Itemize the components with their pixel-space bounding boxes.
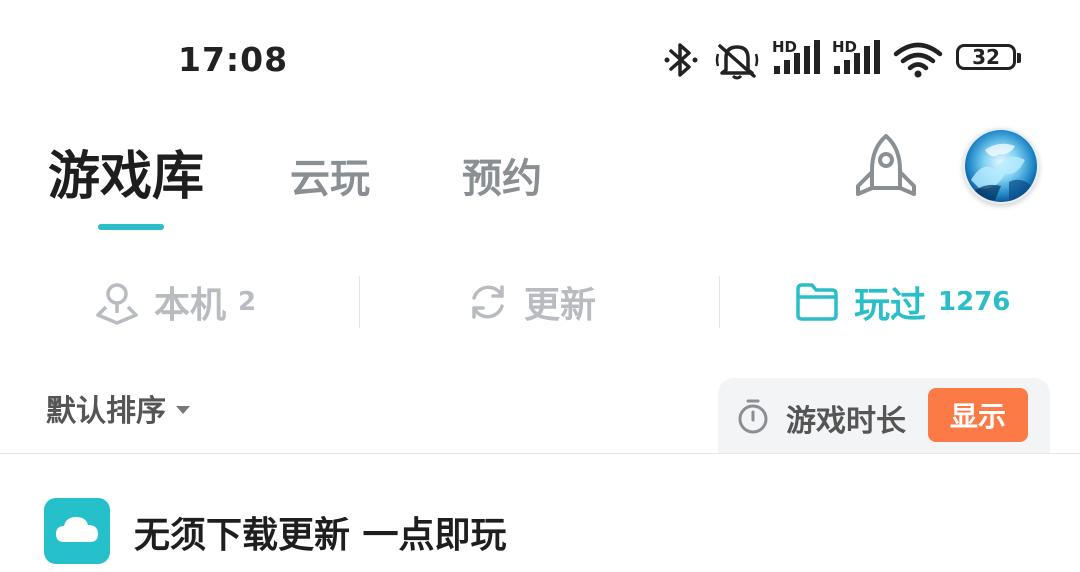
battery-icon: 32 xyxy=(956,44,1021,70)
subtab-played[interactable]: 玩过 1276 xyxy=(794,270,1010,334)
subtab-played-count: 1276 xyxy=(938,287,1011,317)
subtab-update-label: 更新 xyxy=(524,285,597,326)
refresh-icon xyxy=(472,285,504,319)
mute-icon xyxy=(715,44,759,80)
sort-dropdown[interactable]: 默认排序 xyxy=(46,386,190,430)
subtab-local-label: 本机 xyxy=(154,285,227,326)
divider xyxy=(0,453,1080,454)
subtab-played-label: 玩过 xyxy=(854,285,927,326)
tab-cloud-play[interactable]: 云玩 xyxy=(290,146,370,204)
avatar[interactable] xyxy=(963,128,1039,204)
sort-label: 默认排序 xyxy=(46,394,166,429)
subtab-local-count: 2 xyxy=(238,287,257,317)
active-tab-indicator xyxy=(98,224,164,230)
stopwatch-icon xyxy=(738,399,768,434)
cloud-icon xyxy=(44,498,110,564)
subtab-local[interactable]: 本机 2 xyxy=(94,270,256,334)
battery-level: 32 xyxy=(972,45,1000,69)
caret-down-icon xyxy=(176,406,190,414)
cloud-play-banner-text[interactable]: 无须下载更新 一点即玩 xyxy=(134,506,507,558)
location-pin-icon xyxy=(96,283,138,325)
signal-icon: HD xyxy=(832,38,882,78)
divider xyxy=(359,276,360,328)
bluetooth-icon xyxy=(664,43,698,77)
tab-library[interactable]: 游戏库 xyxy=(48,134,204,209)
signal-icon: HD xyxy=(772,38,822,78)
divider xyxy=(719,276,720,328)
sub-tab-bar: 本机 2 更新 玩过 1276 xyxy=(0,270,1080,334)
game-library-screen: 17:08 HD HD 32 游戏库 云玩 预约 本机 2 更新 玩过 1276… xyxy=(0,0,1080,572)
duration-label: 游戏时长 xyxy=(786,404,906,439)
show-duration-button[interactable]: 显示 xyxy=(928,388,1028,442)
folder-icon xyxy=(796,283,838,321)
play-duration-toggle: 游戏时长 显示 xyxy=(718,378,1050,454)
wifi-icon xyxy=(893,42,943,78)
tab-reservation[interactable]: 预约 xyxy=(462,146,542,204)
rocket-icon[interactable] xyxy=(850,132,922,202)
subtab-update[interactable]: 更新 xyxy=(466,270,596,334)
status-time: 17:08 xyxy=(178,40,289,79)
